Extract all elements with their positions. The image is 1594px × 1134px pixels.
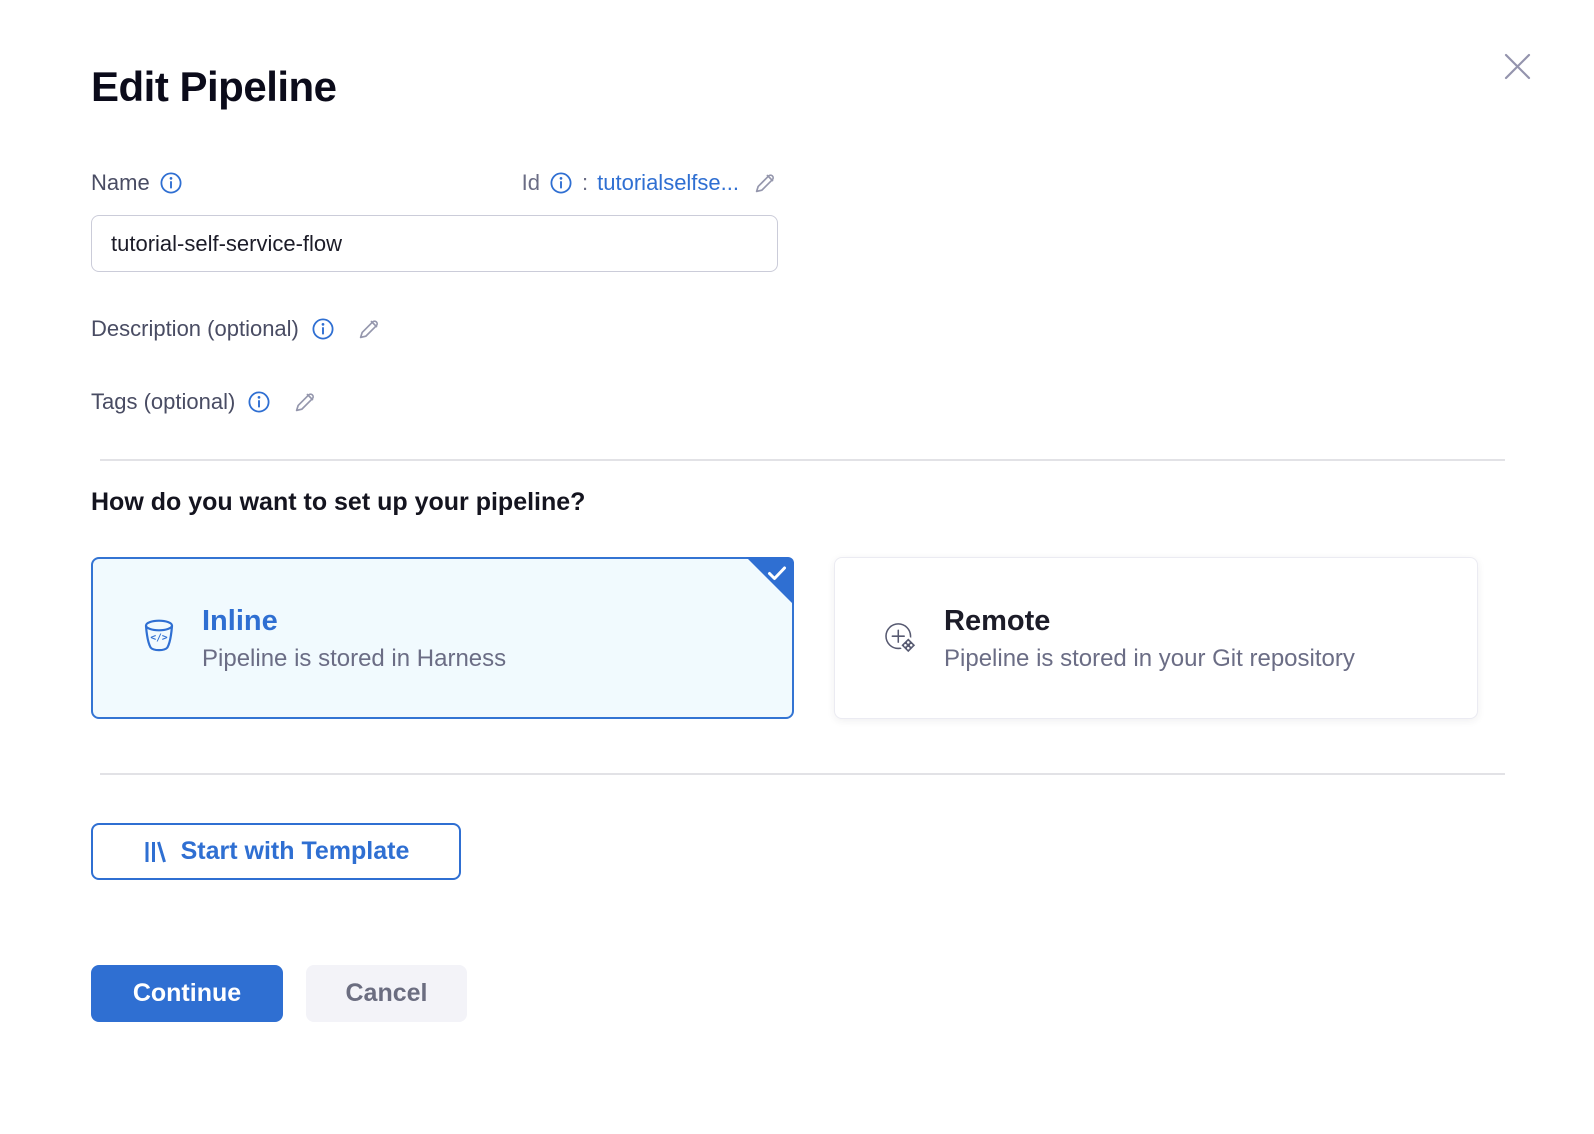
remote-option-title: Remote <box>944 604 1355 638</box>
start-with-template-label: Start with Template <box>181 837 410 866</box>
pipeline-name-input[interactable] <box>91 215 778 272</box>
inline-option-subtitle: Pipeline is stored in Harness <box>202 645 506 673</box>
edit-description-pencil-icon[interactable] <box>355 316 382 343</box>
pipeline-id-value[interactable]: tutorialselfse... <box>597 170 739 196</box>
start-with-template-button[interactable]: Start with Template <box>91 823 461 880</box>
card-text: Remote Pipeline is stored in your Git re… <box>944 604 1355 673</box>
tags-label: Tags (optional) <box>91 389 235 415</box>
selected-corner-badge <box>746 557 794 605</box>
id-separator: : <box>582 170 588 196</box>
info-icon[interactable] <box>247 390 271 414</box>
tags-row: Tags (optional) <box>91 386 1505 418</box>
setup-heading: How do you want to set up your pipeline? <box>91 487 1505 517</box>
edit-id-pencil-icon[interactable] <box>751 170 778 197</box>
check-icon <box>767 565 787 582</box>
continue-button[interactable]: Continue <box>91 965 283 1022</box>
cancel-button[interactable]: Cancel <box>306 965 467 1022</box>
git-remote-icon <box>881 616 921 660</box>
section-divider <box>100 459 1505 461</box>
section-divider <box>100 773 1505 775</box>
template-library-icon <box>143 839 168 865</box>
info-icon[interactable] <box>311 317 335 341</box>
name-id-row: Name Id : tu <box>91 168 778 198</box>
page-title: Edit Pipeline <box>91 63 1505 111</box>
harness-store-icon: </> <box>139 617 179 659</box>
description-label: Description (optional) <box>91 316 299 342</box>
id-label: Id <box>522 170 540 196</box>
description-row: Description (optional) <box>91 313 1505 345</box>
pipeline-id-group: Id : tutorialselfse... <box>522 170 778 197</box>
svg-text:</>: </> <box>150 633 167 644</box>
name-label-group: Name <box>91 170 183 196</box>
inline-option-card[interactable]: </> Inline Pipeline is stored in Harness <box>91 557 794 719</box>
inline-option-title: Inline <box>202 604 506 638</box>
edit-tags-pencil-icon[interactable] <box>291 389 318 416</box>
remote-option-subtitle: Pipeline is stored in your Git repositor… <box>944 645 1355 673</box>
card-text: Inline Pipeline is stored in Harness <box>202 604 506 673</box>
name-label: Name <box>91 170 150 196</box>
storage-option-cards: </> Inline Pipeline is stored in Harness <box>91 557 1505 719</box>
edit-pipeline-dialog: Edit Pipeline Name Id <box>0 0 1594 1134</box>
info-icon[interactable] <box>549 171 573 195</box>
dialog-actions: Continue Cancel <box>91 965 1505 1022</box>
info-icon[interactable] <box>159 171 183 195</box>
close-icon[interactable] <box>1501 50 1533 82</box>
id-label-group: Id <box>522 170 573 196</box>
remote-option-card[interactable]: Remote Pipeline is stored in your Git re… <box>834 557 1478 719</box>
